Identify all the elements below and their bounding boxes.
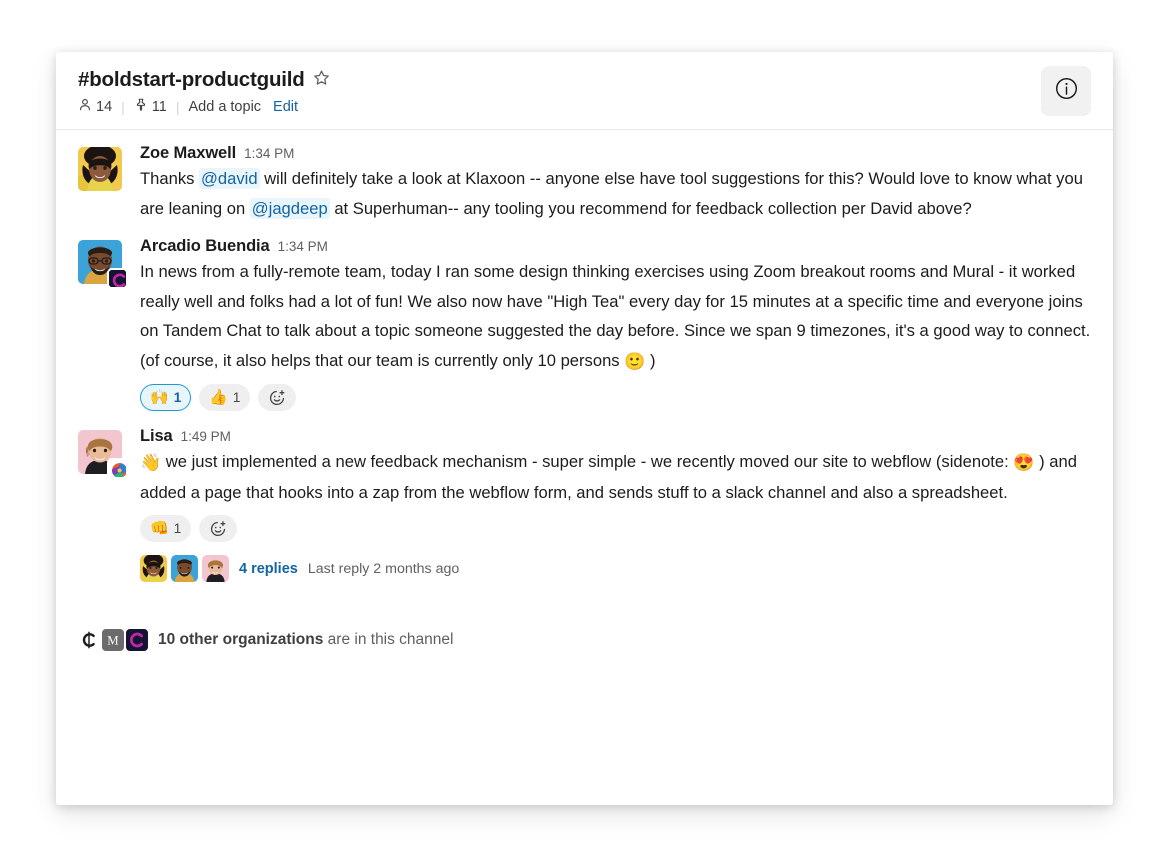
message-body: Zoe Maxwell 1:34 PM Thanks @david will d… — [140, 144, 1091, 223]
reaction-count: 1 — [232, 390, 241, 405]
reaction-emoji: 👍 — [209, 389, 228, 406]
meta-separator-1: | — [121, 98, 125, 115]
fist-bump-reaction[interactable]: 👊 1 — [140, 515, 192, 542]
thumbs-up-reaction[interactable]: 👍 1 — [199, 384, 251, 411]
message-author[interactable]: Zoe Maxwell — [140, 144, 236, 163]
other-organizations-row: M 10 other organizations are in this cha… — [56, 611, 1113, 651]
message-timestamp[interactable]: 1:49 PM — [181, 429, 231, 444]
slack-channel-card: #boldstart-productguild 14 | 11 | Add a … — [56, 52, 1113, 805]
edit-topic-link[interactable]: Edit — [273, 99, 298, 115]
reaction-count: 1 — [173, 521, 182, 536]
other-organizations-text: 10 other organizations are in this chann… — [158, 631, 453, 649]
pins-count-group[interactable]: 11 — [134, 97, 167, 116]
org-icon-m: M — [102, 629, 124, 651]
avatar[interactable] — [78, 240, 128, 289]
coda-org-badge — [107, 268, 128, 289]
orgs-suffix-label: are in this channel — [323, 631, 454, 648]
reaction-count: 1 — [173, 390, 182, 405]
add-reaction-icon[interactable] — [258, 384, 297, 411]
arcadio-thread-avatar — [171, 555, 198, 582]
org-icon-list: M — [78, 629, 148, 651]
message-author[interactable]: Arcadio Buendia — [140, 237, 270, 256]
inline-emoji: 👋 — [140, 453, 162, 472]
raising-hands-reaction[interactable]: 🙌 1 — [140, 384, 192, 411]
message-header: Arcadio Buendia 1:34 PM — [140, 237, 1091, 256]
message-timestamp[interactable]: 1:34 PM — [244, 146, 294, 161]
org-icon-c — [78, 629, 100, 651]
message-list: Zoe Maxwell 1:34 PM Thanks @david will d… — [56, 130, 1113, 651]
zoe-thread-avatar — [140, 555, 167, 582]
message-text: 👋 we just implemented a new feedback mec… — [140, 452, 1077, 502]
add-reaction-icon[interactable] — [199, 515, 238, 542]
message-body: Arcadio Buendia 1:34 PM In news from a f… — [140, 237, 1091, 411]
message-header: Lisa 1:49 PM — [140, 427, 1091, 446]
message-timestamp[interactable]: 1:34 PM — [278, 239, 328, 254]
thread-replies-bar[interactable]: 4 replies Last reply 2 months ago — [140, 552, 465, 585]
channel-meta-row: 14 | 11 | Add a topic Edit — [78, 97, 298, 116]
page-title[interactable]: #boldstart-productguild — [78, 68, 305, 92]
reaction-list: 👊 1 — [140, 515, 1091, 542]
channel-header: #boldstart-productguild 14 | 11 | Add a … — [56, 52, 1113, 130]
thread-participants — [140, 555, 229, 582]
members-count-group[interactable]: 14 — [78, 97, 112, 116]
add-topic-button[interactable]: Add a topic — [188, 99, 261, 115]
swirl-org-badge — [107, 458, 128, 479]
star-outline-icon[interactable] — [313, 69, 330, 91]
lisa-thread-avatar — [202, 555, 229, 582]
avatar[interactable] — [78, 430, 128, 479]
message-body: Lisa 1:49 PM 👋 we just implemented a new… — [140, 427, 1091, 585]
members-count: 14 — [96, 98, 113, 115]
reaction-emoji: 👊 — [150, 520, 169, 537]
avatar[interactable] — [78, 147, 122, 191]
mention-link[interactable]: @david — [199, 168, 260, 189]
org-icon-coda — [126, 629, 148, 651]
message-author[interactable]: Lisa — [140, 427, 173, 446]
person-icon — [78, 97, 92, 116]
channel-info-button[interactable] — [1041, 66, 1091, 116]
pin-icon — [134, 97, 148, 116]
zoe-avatar — [78, 147, 122, 191]
meta-separator-2: | — [175, 98, 180, 115]
orgs-count-label[interactable]: 10 other organizations — [158, 631, 323, 648]
reaction-emoji: 🙌 — [150, 389, 169, 406]
message-text: Thanks @david will definitely take a loo… — [140, 168, 1083, 219]
message-text: In news from a fully-remote team, today … — [140, 262, 1091, 371]
message-item: Arcadio Buendia 1:34 PM In news from a f… — [56, 231, 1113, 417]
pins-count: 11 — [151, 98, 167, 115]
thread-last-reply: Last reply 2 months ago — [307, 560, 460, 577]
info-circle-icon — [1054, 76, 1079, 106]
reaction-list: 🙌 1 👍 1 — [140, 384, 1091, 411]
message-header: Zoe Maxwell 1:34 PM — [140, 144, 1091, 163]
svg-text:M: M — [107, 634, 119, 648]
message-item: Lisa 1:49 PM 👋 we just implemented a new… — [56, 421, 1113, 589]
thread-replies-count[interactable]: 4 replies — [239, 561, 298, 577]
mention-link[interactable]: @jagdeep — [249, 197, 330, 219]
inline-emoji: 🙂 — [624, 351, 646, 371]
channel-title-row: #boldstart-productguild — [78, 68, 330, 92]
message-item: Zoe Maxwell 1:34 PM Thanks @david will d… — [56, 138, 1113, 227]
inline-emoji: 😍 — [1013, 453, 1035, 472]
